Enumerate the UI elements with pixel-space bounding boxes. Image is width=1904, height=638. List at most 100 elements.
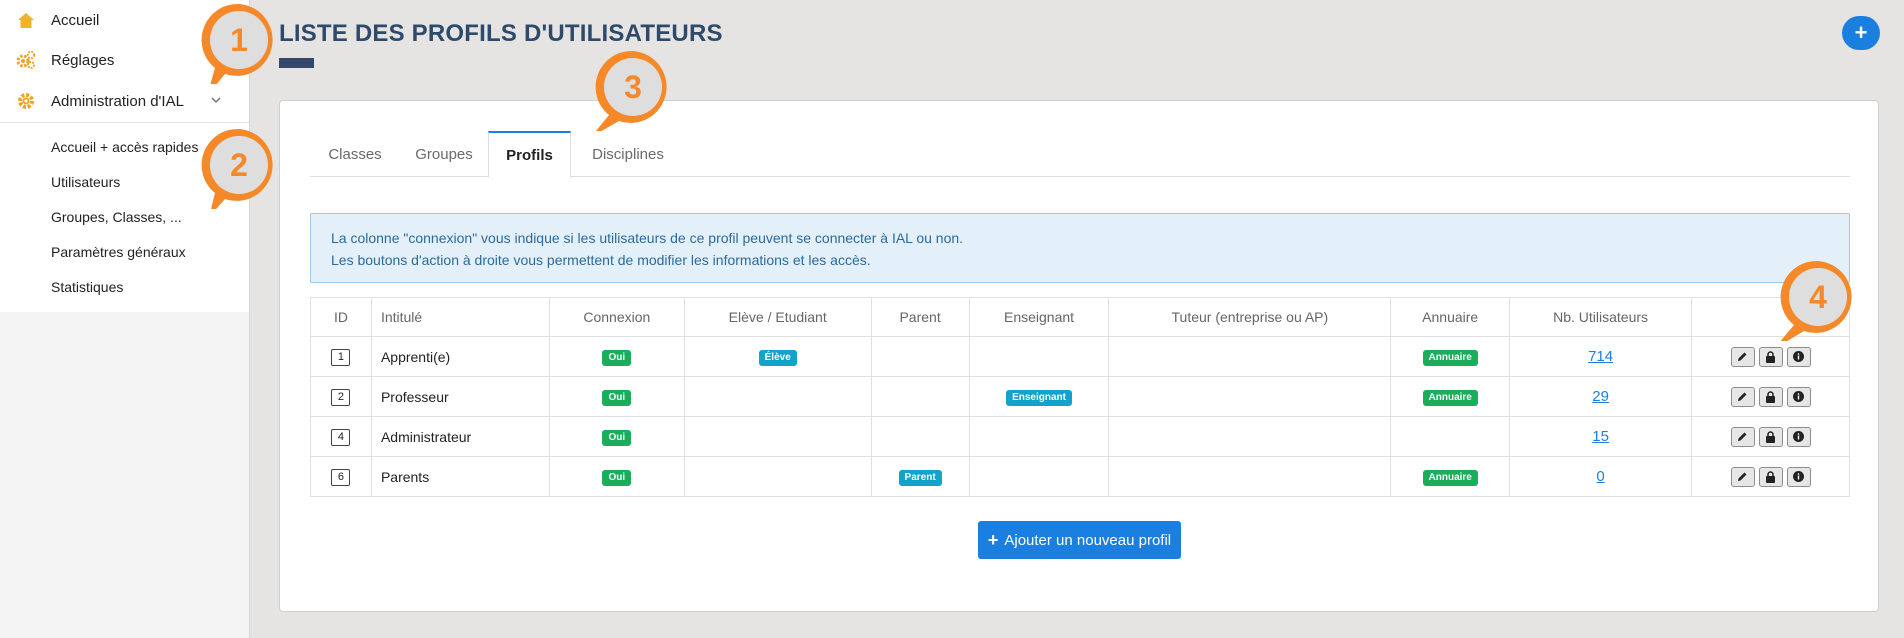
lock-icon [1766,470,1776,483]
lock-icon [1766,350,1776,363]
parent-cell [870,336,970,377]
id-badge: 1 [331,349,351,366]
tuteur-cell [1108,376,1392,417]
name-cell: Parents [370,456,550,497]
access-button[interactable] [1758,426,1783,447]
id-cell: 2 [310,376,372,417]
sidebar: Accueil Réglages Administration d'IAL Ac… [0,0,250,638]
access-button[interactable] [1758,386,1783,407]
edit-button[interactable] [1730,466,1755,487]
callout-bubble-4: 4 [1780,260,1852,341]
user-count-link[interactable]: 714 [1588,348,1613,365]
eleve-cell [683,456,872,497]
tab-groupes[interactable]: Groupes [400,131,488,177]
info-icon [1793,351,1805,362]
eleve-badge: Élève [758,350,797,366]
tab-disciplines[interactable]: Disciplines [571,131,685,177]
callout-number: 3 [624,69,642,105]
column-header-enseignant: Enseignant [968,297,1110,337]
callout-bubble-3: 3 [595,50,667,131]
connexion-cell: Oui [548,456,685,497]
info-button[interactable] [1786,466,1811,487]
callout-bubble-1: 1 [201,3,273,84]
parent-cell: Parent [870,456,970,497]
connexion-badge: Oui [602,350,632,366]
profiles-table: ID Intitulé Connexion Elève / Etudiant P… [310,297,1850,497]
sidebar-subitem-parametres-generaux[interactable]: Paramètres généraux [0,234,249,269]
sidebar-item-label: Administration d'IAL [51,92,184,110]
profiles-card: Classes Groupes Profils Disciplines La c… [279,100,1879,612]
info-icon [1793,431,1805,442]
column-header-connexion: Connexion [548,297,685,337]
tuteur-cell [1108,456,1392,497]
table-header-row: ID Intitulé Connexion Elève / Etudiant P… [310,297,1850,337]
parent-badge: Parent [898,470,942,486]
connexion-cell: Oui [548,336,685,377]
access-button[interactable] [1758,346,1783,367]
annuaire-cell: Annuaire [1390,456,1511,497]
home-icon [16,10,36,30]
plus-icon: + [1854,20,1868,45]
tab-classes[interactable]: Classes [310,131,400,177]
title-underline [279,58,314,68]
id-cell: 6 [310,456,372,497]
connexion-badge: Oui [602,430,632,446]
annuaire-cell [1390,416,1511,457]
connexion-badge: Oui [602,390,632,406]
enseignant-cell [968,456,1110,497]
user-count-link[interactable]: 0 [1596,468,1604,485]
info-icon [1793,391,1805,402]
parent-cell [870,416,970,457]
tuteur-cell [1108,336,1392,377]
tab-profils[interactable]: Profils [488,131,571,178]
info-button[interactable] [1786,386,1811,407]
info-text-line: La colonne "connexion" vous indique si l… [331,230,964,246]
pencil-icon [1738,392,1747,401]
annuaire-badge: Annuaire [1422,390,1478,406]
info-text-line: Les boutons d'action à droite vous perme… [331,252,871,268]
add-profile-button[interactable]: + Ajouter un nouveau profil [978,521,1181,559]
column-header-intitule: Intitulé [370,297,550,337]
user-count-link[interactable]: 29 [1592,388,1609,405]
sidebar-subitem-statistiques[interactable]: Statistiques [0,269,249,304]
column-header-annuaire: Annuaire [1390,297,1511,337]
user-count-link[interactable]: 15 [1592,428,1609,445]
info-button[interactable] [1786,426,1811,447]
actions-cell [1691,376,1850,417]
column-header-id: ID [310,297,372,337]
add-button[interactable]: + [1842,16,1880,50]
column-header-tuteur: Tuteur (entreprise ou AP) [1108,297,1392,337]
callout-number: 1 [230,22,248,58]
actions-cell [1691,456,1850,497]
count-cell: 714 [1509,336,1693,377]
name-cell: Administrateur [370,416,550,457]
gears-icon [16,50,36,70]
id-cell: 1 [310,336,372,377]
count-cell: 29 [1509,376,1693,417]
connexion-cell: Oui [548,416,685,457]
id-badge: 4 [331,429,351,446]
enseignant-cell [968,336,1110,377]
chevron-down-icon[interactable] [210,93,222,110]
id-badge: 2 [331,389,351,406]
sidebar-item-administration[interactable]: Administration d'IAL [0,80,249,122]
eleve-cell [683,376,872,417]
name-cell: Apprenti(e) [370,336,550,377]
eleve-cell [683,416,872,457]
column-header-parent: Parent [870,297,970,337]
access-button[interactable] [1758,466,1783,487]
connexion-cell: Oui [548,376,685,417]
actions-cell [1691,336,1850,377]
tab-bar: Classes Groupes Profils Disciplines [310,131,1850,178]
edit-button[interactable] [1730,346,1755,367]
edit-button[interactable] [1730,386,1755,407]
annuaire-badge: Annuaire [1422,470,1478,486]
page-title: LISTE DES PROFILS D'UTILISATEURS [279,20,723,47]
count-cell: 0 [1509,456,1693,497]
info-button[interactable] [1786,346,1811,367]
lock-icon [1766,430,1776,443]
info-icon [1793,471,1805,482]
edit-button[interactable] [1730,426,1755,447]
pencil-icon [1738,352,1747,361]
callout-number: 2 [230,147,248,183]
